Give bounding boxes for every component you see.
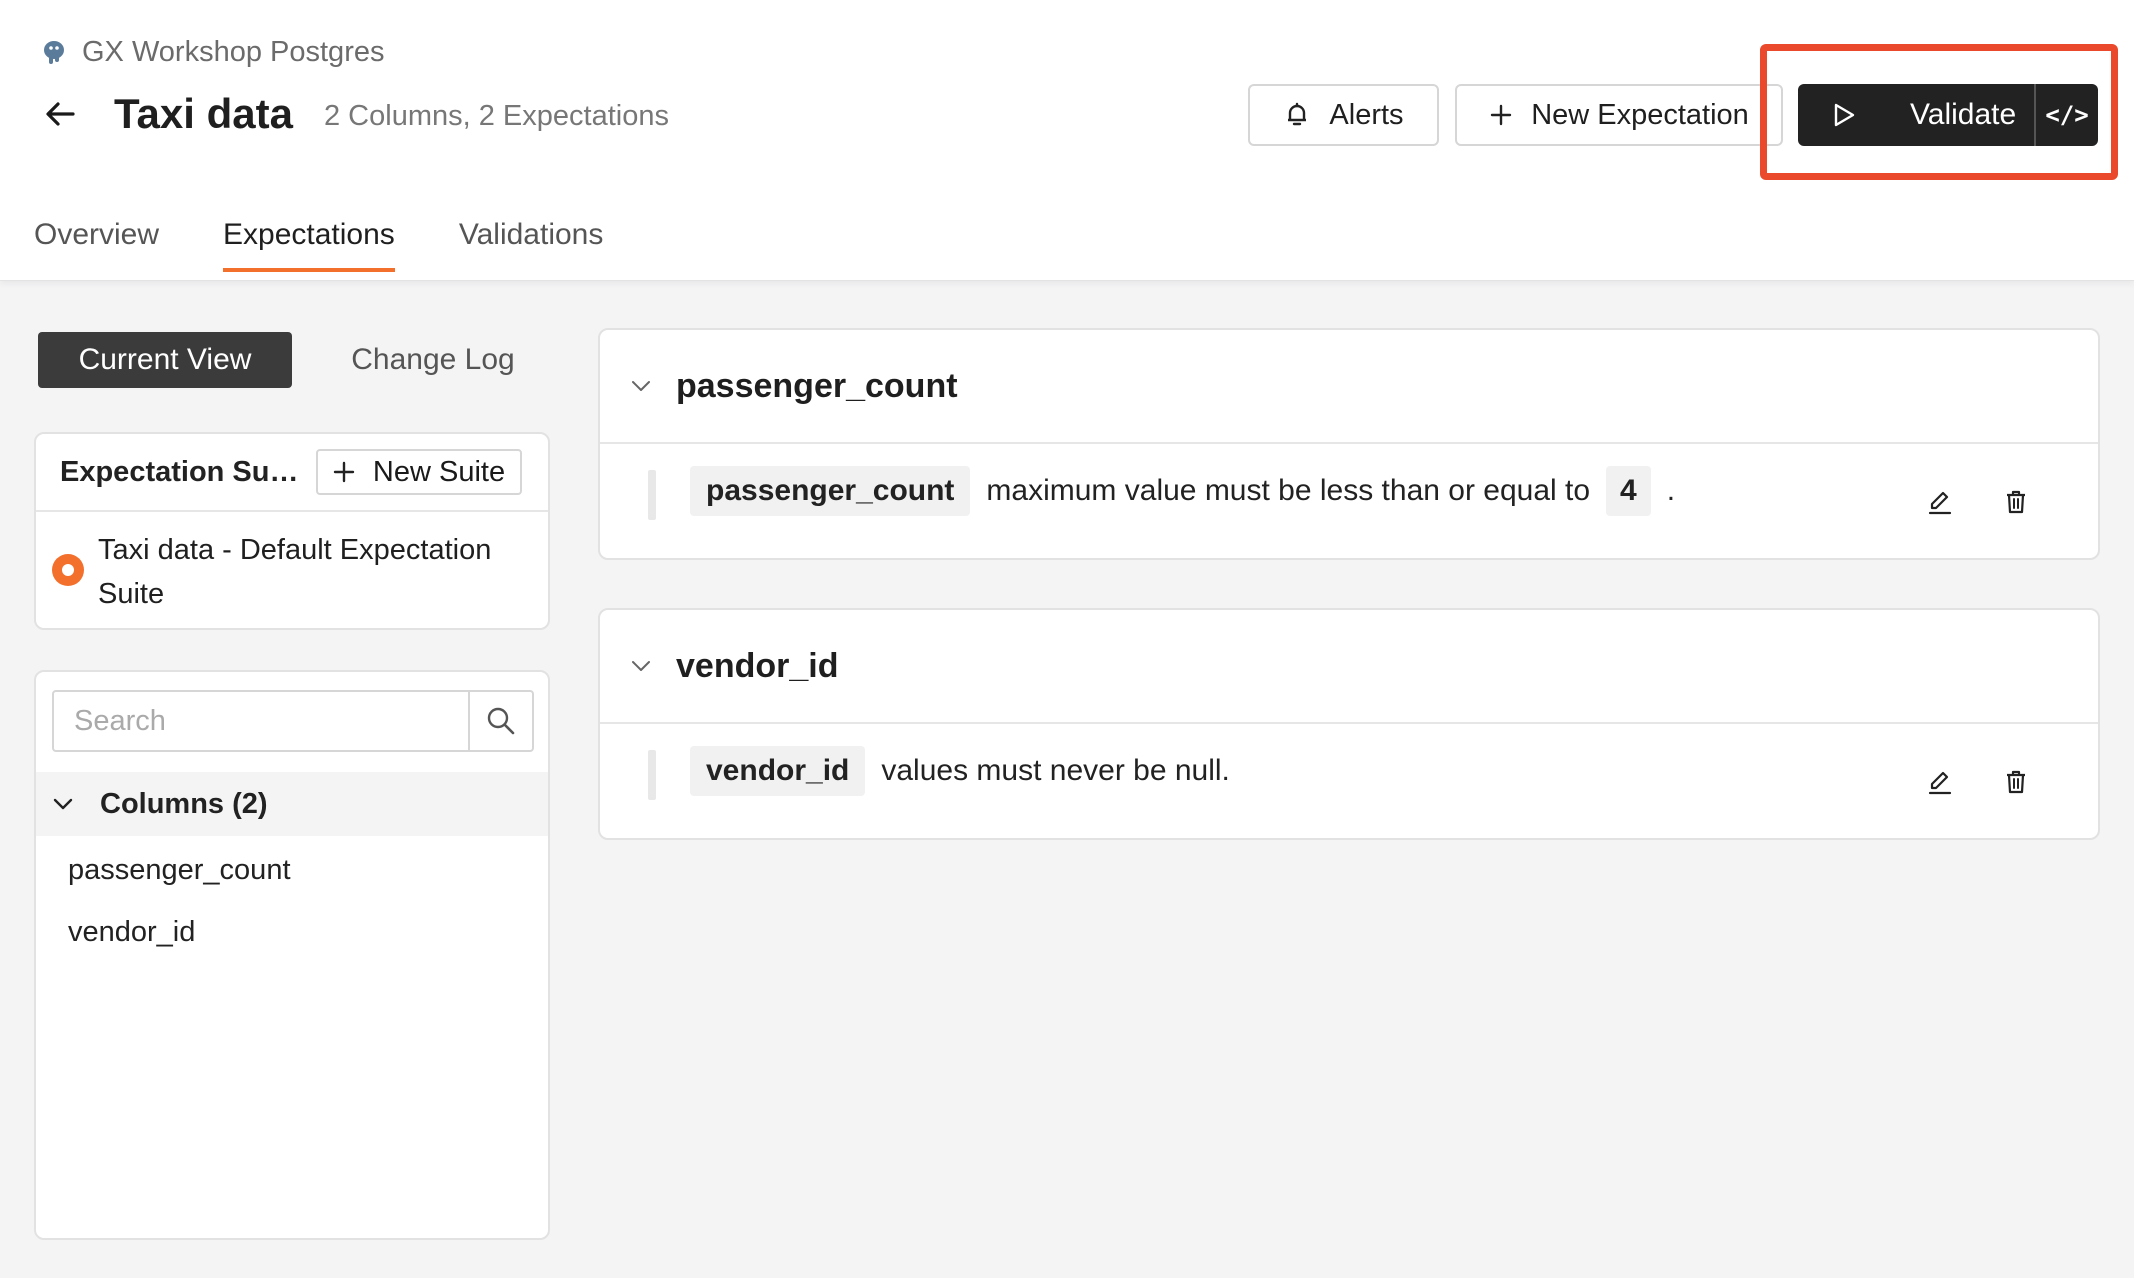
suite-panel-header: Expectation Suit... New Suite [36, 434, 548, 512]
expectation-description: vendor_id values must never be null. [690, 746, 1230, 796]
plus-icon [333, 461, 355, 483]
column-item[interactable]: passenger_count [68, 854, 291, 887]
expectation-row: passenger_count maximum value must be le… [600, 444, 2098, 560]
column-item[interactable]: vendor_id [68, 916, 195, 949]
postgres-icon [44, 40, 64, 64]
column-chip: passenger_count [690, 466, 971, 516]
tab-expectations[interactable]: Expectations [223, 218, 395, 272]
datasource-name[interactable]: GX Workshop Postgres [82, 36, 384, 69]
new-suite-button[interactable]: New Suite [316, 449, 522, 495]
expectation-card-header[interactable]: passenger_count [600, 330, 2098, 444]
chevron-down-icon [53, 798, 73, 810]
change-log-button[interactable]: Change Log [306, 332, 560, 388]
expectation-description: passenger_count maximum value must be le… [690, 466, 1675, 516]
validate-button[interactable]: Validate [1798, 84, 2034, 146]
suite-list-item[interactable]: Taxi data - Default Expectation Suite [36, 512, 548, 616]
expectation-row: vendor_id values must never be null. [600, 724, 2098, 840]
value-chip: 4 [1606, 466, 1651, 516]
column-chip: vendor_id [690, 746, 866, 796]
columns-group-header[interactable]: Columns (2) [36, 772, 548, 836]
trash-icon [2007, 770, 2025, 794]
new-expectation-button[interactable]: New Expectation [1455, 84, 1783, 146]
plus-icon [1490, 104, 1512, 126]
page-header: GX Workshop Postgres Taxi data 2 Columns… [0, 0, 2134, 281]
row-indicator [648, 470, 656, 520]
expectation-card-header[interactable]: vendor_id [600, 610, 2098, 724]
expectation-suffix: . [1666, 474, 1676, 507]
column-search [52, 690, 534, 752]
page-title: Taxi data [114, 90, 293, 137]
current-view-button[interactable]: Current View [38, 332, 292, 388]
datasource-breadcrumb[interactable]: GX Workshop Postgres [40, 36, 384, 69]
columns-panel: Columns (2) passenger_count vendor_id [34, 670, 550, 1240]
search-input[interactable] [54, 692, 468, 750]
trash-icon [2007, 490, 2025, 514]
delete-button[interactable] [1996, 762, 2036, 802]
pencil-icon [1928, 491, 1952, 515]
edit-button[interactable] [1920, 762, 1960, 802]
chevron-down-icon [632, 661, 650, 671]
row-indicator [648, 750, 656, 800]
tab-overview[interactable]: Overview [34, 218, 159, 272]
expectation-text: values must never be null. [881, 754, 1230, 787]
code-snippet-button[interactable]: </> [2034, 84, 2098, 146]
back-button[interactable] [40, 92, 80, 136]
page-subtitle: 2 Columns, 2 Expectations [324, 100, 669, 132]
new-suite-label: New Suite [372, 455, 506, 488]
pencil-icon [1928, 771, 1952, 795]
bell-icon [1288, 102, 1307, 126]
suite-name: Taxi data - Default Expectation Suite [98, 534, 492, 610]
alerts-label: Alerts [1329, 98, 1404, 131]
expectation-card: passenger_count passenger_count maximum … [598, 328, 2100, 560]
alerts-button[interactable]: Alerts [1248, 84, 1439, 146]
tab-bar: Overview Expectations Validations [34, 218, 603, 272]
search-button[interactable] [468, 692, 532, 750]
expectation-card: vendor_id vendor_id values must never be… [598, 608, 2100, 840]
column-title: vendor_id [676, 646, 839, 685]
code-icon: </> [2045, 101, 2089, 129]
new-expectation-label: New Expectation [1531, 98, 1749, 131]
validate-label: Validate [1910, 98, 2017, 131]
validate-button-group: Validate </> [1798, 84, 2098, 146]
radio-selected-icon[interactable] [52, 554, 84, 586]
chevron-down-icon [632, 381, 650, 391]
suite-panel-title: Expectation Suit... [60, 455, 300, 488]
columns-heading: Columns (2) [100, 787, 268, 820]
play-icon [1834, 103, 1855, 127]
arrow-left-icon [46, 102, 75, 126]
expectation-text: maximum value must be less than or equal… [986, 474, 1591, 507]
tab-validations[interactable]: Validations [459, 218, 604, 272]
search-icon [487, 707, 515, 735]
delete-button[interactable] [1996, 482, 2036, 522]
column-title: passenger_count [676, 366, 958, 405]
edit-button[interactable] [1920, 482, 1960, 522]
expectation-suite-panel: Expectation Suit... New Suite Taxi data … [34, 432, 550, 630]
view-toggle: Current View Change Log [38, 332, 560, 388]
